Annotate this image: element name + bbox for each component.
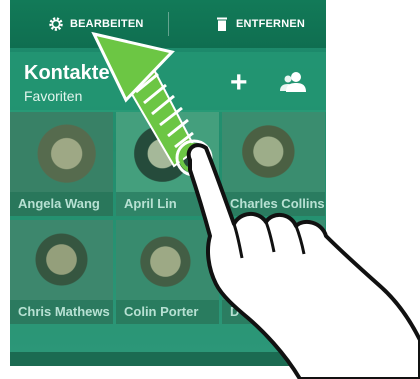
gesture-overlay <box>91 31 420 379</box>
pointing-hand-icon <box>186 143 420 379</box>
